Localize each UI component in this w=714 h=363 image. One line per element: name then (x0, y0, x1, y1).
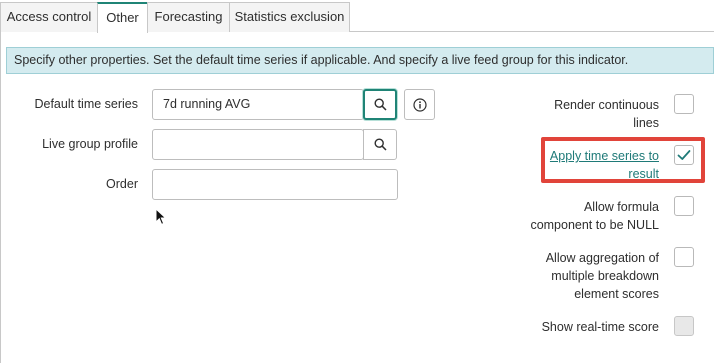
render-continuous-lines-label-line2: lines (633, 116, 659, 130)
default-time-series-info-button[interactable] (404, 89, 435, 120)
allow-aggregation-label-line1: Allow aggregation of (545, 251, 659, 265)
allow-aggregation-label-line2: multiple breakdown (551, 269, 659, 283)
live-group-profile-lookup-button[interactable] (363, 129, 397, 160)
allow-aggregation-label-line3: element scores (574, 287, 659, 301)
search-icon (373, 138, 387, 151)
live-group-profile-input[interactable] (152, 129, 364, 160)
tab-other[interactable]: Other (97, 2, 148, 33)
allow-aggregation-checkbox[interactable] (674, 247, 694, 267)
default-time-series-lookup-button[interactable] (363, 89, 397, 120)
mouse-cursor-icon (155, 208, 167, 225)
tab-forecasting[interactable]: Forecasting (147, 2, 230, 32)
allow-formula-null-label: Allow formula component to be NULL (500, 198, 659, 234)
allow-formula-null-label-line2: component to be NULL (530, 218, 659, 232)
live-group-profile-label: Live group profile (42, 137, 138, 151)
allow-formula-null-label-line1: Allow formula (583, 200, 659, 214)
info-icon (412, 97, 427, 112)
form-tab-bar: Access control Other Forecasting Statist… (0, 0, 714, 33)
render-continuous-lines-label: Render continuous lines (500, 96, 659, 132)
tab-access-control[interactable]: Access control (0, 2, 98, 32)
render-continuous-lines-label-line1: Render continuous (554, 98, 659, 112)
order-input[interactable] (152, 169, 398, 200)
search-icon (373, 98, 387, 111)
allow-aggregation-label: Allow aggregation of multiple breakdown … (500, 249, 659, 303)
default-time-series-input[interactable]: 7d running AVG (152, 89, 364, 120)
render-continuous-lines-checkbox[interactable] (674, 94, 694, 114)
allow-formula-null-checkbox[interactable] (674, 196, 694, 216)
info-banner: Specify other properties. Set the defaul… (6, 47, 714, 74)
order-label: Order (106, 177, 138, 191)
highlight-box (541, 137, 705, 183)
show-realtime-score-checkbox (674, 316, 694, 336)
tab-statistics-exclusion[interactable]: Statistics exclusion (229, 2, 350, 32)
show-realtime-score-label: Show real-time score (541, 320, 659, 334)
default-time-series-label: Default time series (34, 97, 138, 111)
